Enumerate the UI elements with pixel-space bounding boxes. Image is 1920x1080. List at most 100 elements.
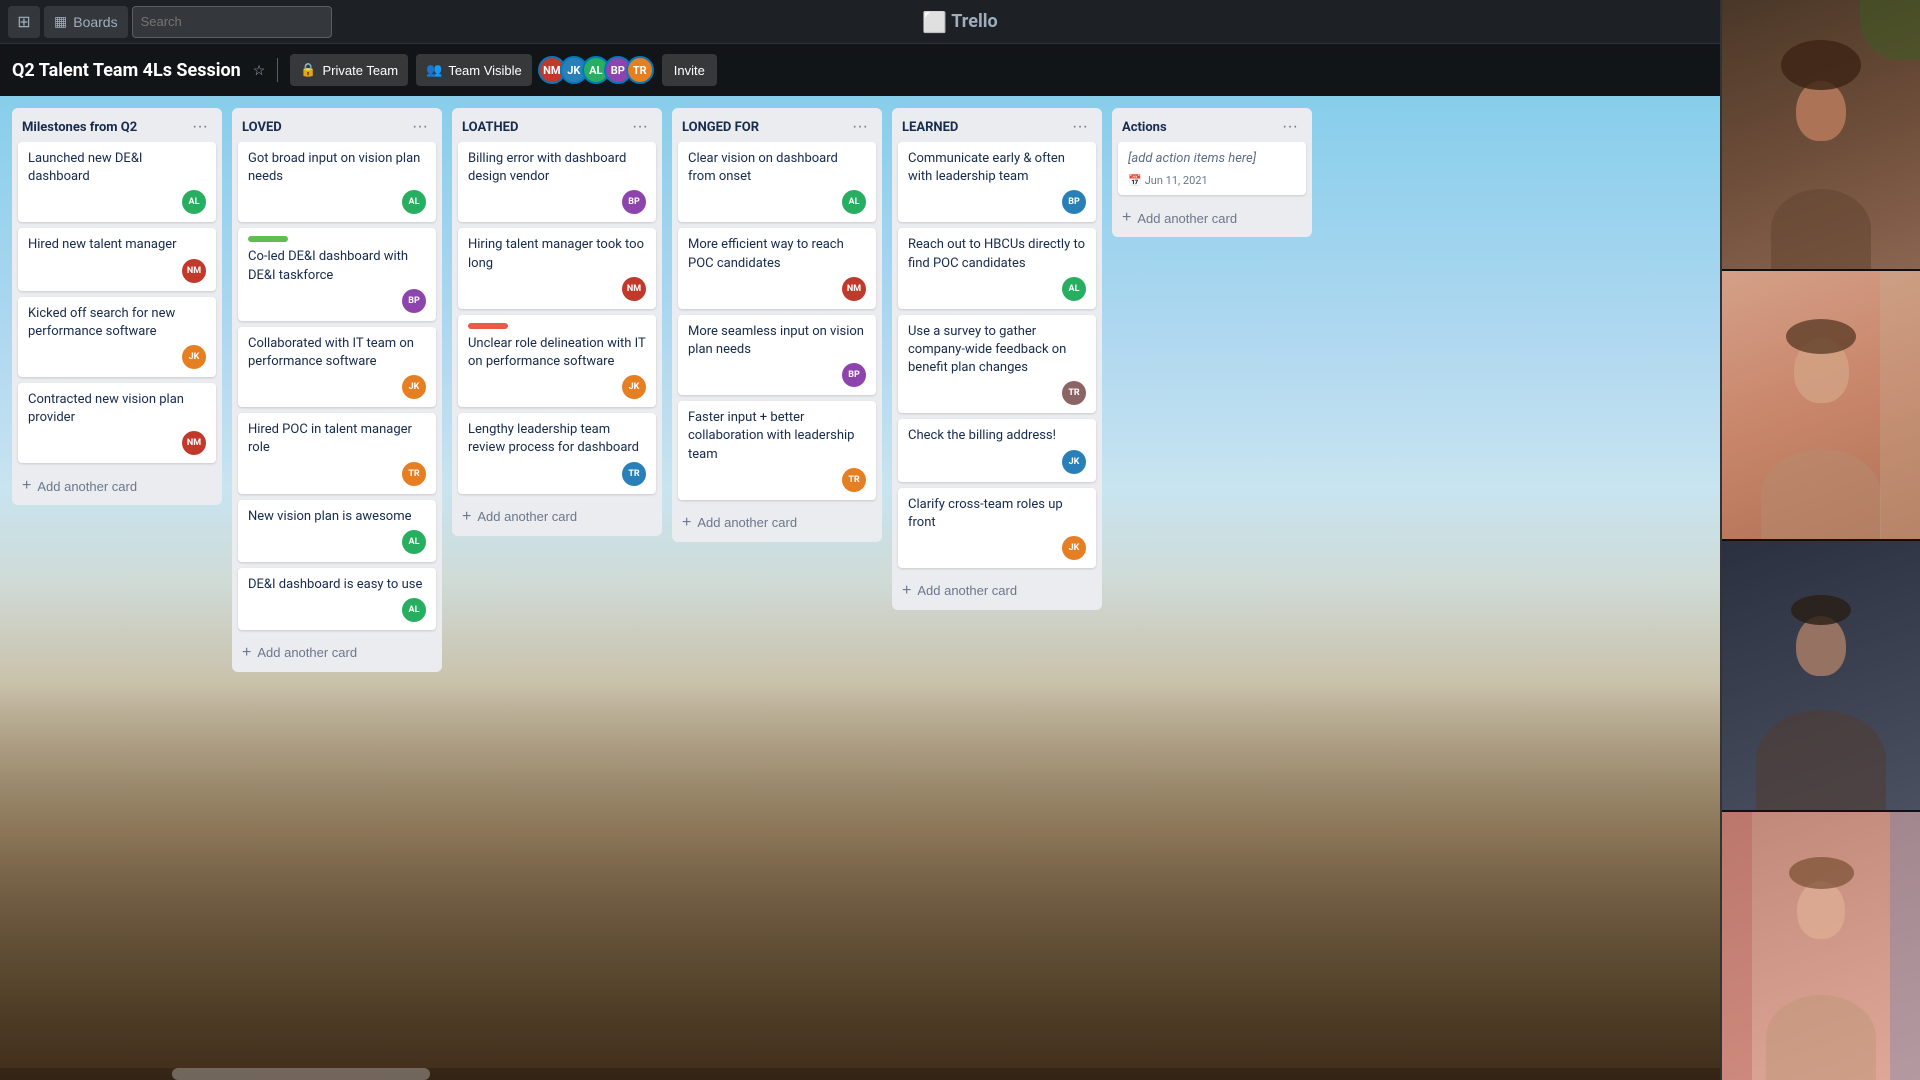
plus-icon: + <box>242 644 251 662</box>
list-cards-learned: Communicate early & often with leadershi… <box>892 142 1102 574</box>
card-text: Communicate early & often with leadershi… <box>908 150 1086 186</box>
list-header-longed: LONGED FOR ··· <box>672 108 882 142</box>
card-vision-awesome[interactable]: New vision plan is awesome AL <box>238 500 436 562</box>
home-button[interactable]: ⊞ <box>8 6 40 38</box>
card-communicate-early[interactable]: Communicate early & often with leadershi… <box>898 142 1096 222</box>
team-visible-button[interactable]: 👥 Team Visible <box>416 54 532 86</box>
card-billing-error[interactable]: Billing error with dashboard design vend… <box>458 142 656 222</box>
list-title-actions: Actions <box>1122 120 1278 135</box>
list-title-longed: LONGED FOR <box>682 120 848 135</box>
card-unclear-role[interactable]: Unclear role delineation with IT on perf… <box>458 315 656 407</box>
list-header-learned: LEARNED ··· <box>892 108 1102 142</box>
plus-icon: + <box>902 582 911 600</box>
card-avatar: TR <box>402 462 426 486</box>
card-text: Got broad input on vision plan needs <box>248 150 426 186</box>
card-reach-hbcus[interactable]: Reach out to HBCUs directly to find POC … <box>898 228 1096 308</box>
card-check-billing[interactable]: Check the billing address! JK <box>898 419 1096 481</box>
card-avatar: AL <box>402 598 426 622</box>
add-card-loved[interactable]: + Add another card <box>232 638 442 668</box>
card-text: More efficient way to reach POC candidat… <box>688 236 866 272</box>
card-launched-dei[interactable]: Launched new DE&I dashboard AL <box>18 142 216 222</box>
card-text: [add action items here] <box>1128 150 1296 168</box>
card-add-actions[interactable]: [add action items here] 📅 Jun 11, 2021 <box>1118 142 1306 195</box>
card-avatar: AL <box>1062 277 1086 301</box>
video-panel <box>1720 0 1920 1080</box>
card-text: Use a survey to gather company-wide feed… <box>908 323 1086 378</box>
card-kicked-off[interactable]: Kicked off search for new performance so… <box>18 297 216 377</box>
add-card-longed[interactable]: + Add another card <box>672 508 882 538</box>
card-dei-easy[interactable]: DE&I dashboard is easy to use AL <box>238 568 436 630</box>
calendar-icon: 📅 <box>1128 174 1142 187</box>
card-text: Co-led DE&I dashboard with DE&I taskforc… <box>248 248 426 284</box>
users-icon: 👥 <box>426 62 442 78</box>
list-header-milestones: Milestones from Q2 ··· <box>12 108 222 142</box>
card-text: Collaborated with IT team on performance… <box>248 335 426 371</box>
card-text: Hired new talent manager <box>28 236 206 254</box>
list-cards-milestones: Launched new DE&I dashboard AL Hired new… <box>12 142 222 469</box>
card-collaborated-it[interactable]: Collaborated with IT team on performance… <box>238 327 436 407</box>
boards-icon: ▦ <box>54 13 67 30</box>
card-avatar: JK <box>1062 536 1086 560</box>
video-tile-2 <box>1722 271 1920 542</box>
card-avatar: JK <box>1062 450 1086 474</box>
card-avatar: AL <box>842 190 866 214</box>
list-loathed: LOATHED ··· Billing error with dashboard… <box>452 108 662 536</box>
list-menu-loved[interactable]: ··· <box>408 116 432 138</box>
list-header-loved: LOVED ··· <box>232 108 442 142</box>
card-clear-vision[interactable]: Clear vision on dashboard from onset AL <box>678 142 876 222</box>
add-card-loathed[interactable]: + Add another card <box>452 502 662 532</box>
list-header-actions: Actions ··· <box>1112 108 1312 142</box>
boards-button[interactable]: ▦ Boards <box>44 6 128 38</box>
card-text: Clarify cross-team roles up front <box>908 496 1086 532</box>
card-text: Kicked off search for new performance so… <box>28 305 206 341</box>
card-avatar: BP <box>622 190 646 214</box>
list-longed-for: LONGED FOR ··· Clear vision on dashboard… <box>672 108 882 542</box>
list-menu-milestones[interactable]: ··· <box>188 116 212 138</box>
card-avatar: BP <box>402 289 426 313</box>
card-seamless-input[interactable]: More seamless input on vision plan needs… <box>678 315 876 395</box>
list-cards-loved: Got broad input on vision plan needs AL … <box>232 142 442 636</box>
card-hired-talent[interactable]: Hired new talent manager NM <box>18 228 216 290</box>
star-button[interactable]: ☆ <box>253 62 266 79</box>
invite-button[interactable]: Invite <box>662 54 717 86</box>
card-text: Hiring talent manager took too long <box>468 236 646 272</box>
video-tile-3 <box>1722 541 1920 812</box>
list-menu-actions[interactable]: ··· <box>1278 116 1302 138</box>
card-avatar: AL <box>182 190 206 214</box>
card-co-led-dei[interactable]: Co-led DE&I dashboard with DE&I taskforc… <box>238 228 436 320</box>
member-avatar-5[interactable]: TR <box>626 56 654 84</box>
card-broad-input[interactable]: Got broad input on vision plan needs AL <box>238 142 436 222</box>
card-date-row: 📅 Jun 11, 2021 <box>1128 174 1296 187</box>
list-menu-loathed[interactable]: ··· <box>628 116 652 138</box>
card-text: DE&I dashboard is easy to use <box>248 576 426 594</box>
list-title-loathed: LOATHED <box>462 120 628 135</box>
add-card-learned[interactable]: + Add another card <box>892 576 1102 606</box>
card-contracted-vision[interactable]: Contracted new vision plan provider NM <box>18 383 216 463</box>
card-faster-input[interactable]: Faster input + better collaboration with… <box>678 401 876 500</box>
board-header: Q2 Talent Team 4Ls Session ☆ 🔒 Private T… <box>0 44 1920 96</box>
card-hiring-long[interactable]: Hiring talent manager took too long NM <box>458 228 656 308</box>
list-menu-learned[interactable]: ··· <box>1068 116 1092 138</box>
list-menu-longed[interactable]: ··· <box>848 116 872 138</box>
card-lengthy-review[interactable]: Lengthy leadership team review process f… <box>458 413 656 493</box>
visibility-label: Private Team <box>322 63 398 78</box>
horizontal-scrollbar[interactable] <box>0 1068 1720 1080</box>
card-avatar: JK <box>182 345 206 369</box>
search-input[interactable] <box>132 6 332 38</box>
card-use-survey[interactable]: Use a survey to gather company-wide feed… <box>898 315 1096 414</box>
plus-icon: + <box>682 514 691 532</box>
list-cards-actions: [add action items here] 📅 Jun 11, 2021 <box>1112 142 1312 201</box>
add-card-actions[interactable]: + Add another card <box>1112 203 1312 233</box>
card-avatar: BP <box>1062 190 1086 214</box>
card-avatar: AL <box>402 530 426 554</box>
card-efficient-poc[interactable]: More efficient way to reach POC candidat… <box>678 228 876 308</box>
card-clarify-roles[interactable]: Clarify cross-team roles up front JK <box>898 488 1096 568</box>
team-visible-label: Team Visible <box>448 63 521 78</box>
add-card-label: Add another card <box>1137 211 1237 226</box>
card-avatar: NM <box>842 277 866 301</box>
private-team-button[interactable]: 🔒 Private Team <box>290 54 408 86</box>
list-milestones: Milestones from Q2 ··· Launched new DE&I… <box>12 108 222 505</box>
card-hired-poc[interactable]: Hired POC in talent manager role TR <box>238 413 436 493</box>
add-card-milestones[interactable]: + Add another card <box>12 471 222 501</box>
top-navigation: ⊞ ▦ Boards ⬜ Trello ＋ ⓘ 🔔 ⚙ NM <box>0 0 1920 44</box>
